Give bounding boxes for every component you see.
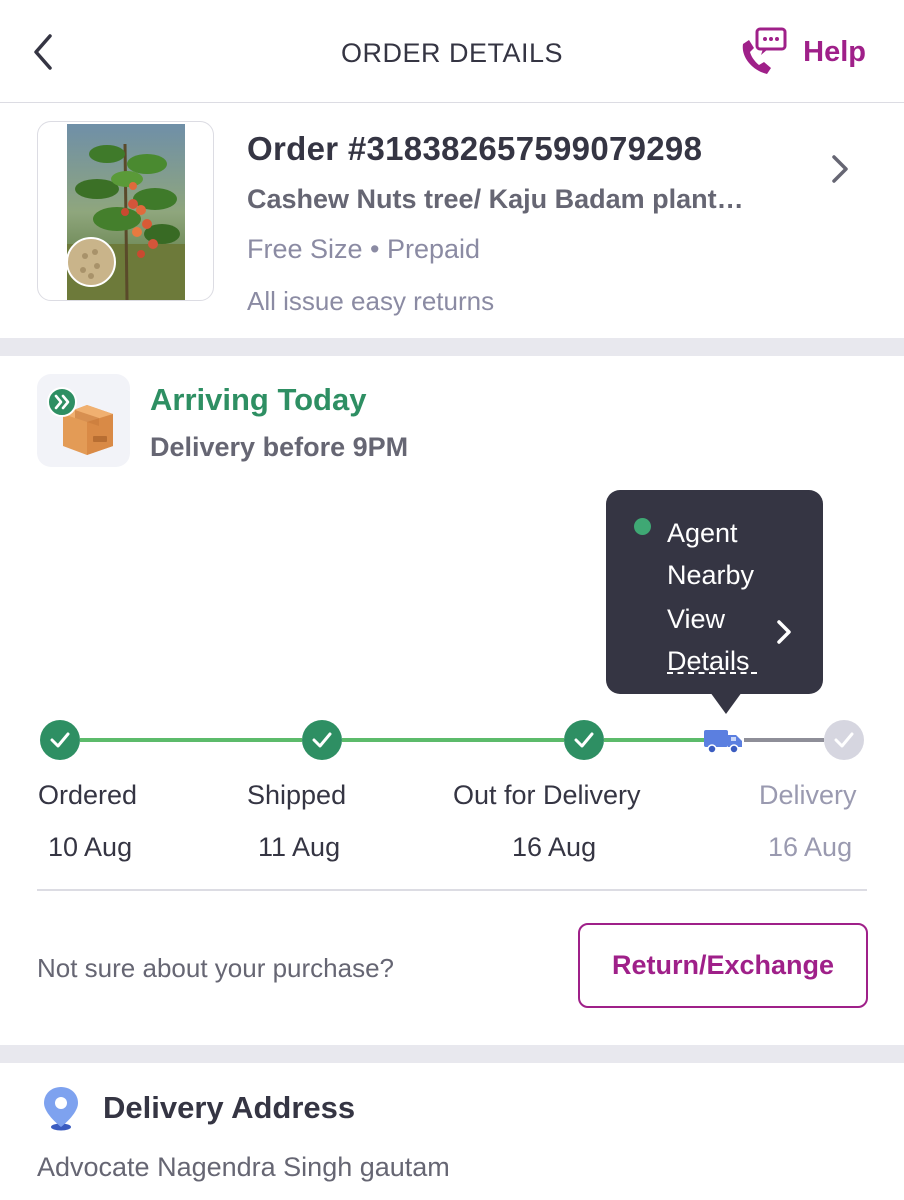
order-summary-card[interactable]: Order #318382657599079298 Cashew Nuts tr…: [0, 104, 904, 338]
section-divider: [0, 1045, 904, 1063]
product-name: Cashew Nuts tree/ Kaju Badam plant…: [247, 184, 744, 214]
arrival-status-title: Arriving Today: [150, 382, 367, 417]
delivery-truck-icon: [704, 730, 742, 754]
step-label-delivery: Delivery: [759, 780, 857, 810]
support-chat-phone-icon: [742, 27, 787, 74]
step-shipped-check: [302, 720, 342, 760]
step-label-ordered: Ordered: [38, 780, 138, 810]
step-date-ordered: 10 Aug: [48, 832, 133, 862]
recipient-name: Advocate Nagendra Singh gautam: [37, 1152, 450, 1182]
top-app-bar: ORDER DETAILS Help: [0, 0, 904, 103]
checkmark-icon: [312, 732, 332, 748]
agent-nearby-text: Agent Nearby: [667, 518, 755, 590]
section-divider: [0, 338, 904, 356]
return-prompt-text: Not sure about your purchase?: [37, 953, 394, 983]
delivery-status-icon: [37, 374, 130, 467]
step-label-out-for-delivery: Out for Delivery: [453, 780, 641, 810]
track-line-out-truck: [604, 738, 704, 742]
track-line-shipped-out: [342, 738, 564, 742]
tooltip-pointer: [710, 692, 742, 714]
view-details-link[interactable]: View Details: [667, 598, 817, 678]
agent-status-dot: [634, 518, 651, 535]
checkmark-icon: [834, 732, 854, 748]
order-number: Order #318382657599079298: [247, 130, 703, 167]
checkmark-icon: [574, 732, 594, 748]
location-pin-icon: [44, 1087, 78, 1131]
step-delivery-check: [824, 720, 864, 760]
return-exchange-button[interactable]: Return/Exchange: [578, 923, 868, 1008]
package-box-icon: [47, 387, 113, 455]
help-label: Help: [803, 35, 866, 68]
chevron-right-icon: [832, 155, 848, 183]
step-label-shipped: Shipped: [247, 780, 347, 810]
agent-nearby-tooltip: Agent Nearby View Details: [606, 490, 823, 694]
view-details-underline: [667, 672, 757, 674]
product-image: [67, 124, 185, 300]
view-details-label: View Details: [667, 604, 750, 676]
size-payment-info: Free Size • Prepaid: [247, 234, 481, 264]
step-date-out-for-delivery: 16 Aug: [512, 832, 597, 862]
delivery-address-title: Delivery Address: [103, 1090, 356, 1125]
help-button[interactable]: Help: [737, 26, 866, 78]
checkmark-icon: [50, 732, 70, 748]
chevron-right-icon: [777, 620, 791, 644]
track-line-ordered-shipped: [80, 738, 302, 742]
step-date-delivery: 16 Aug: [768, 832, 853, 862]
product-thumbnail: [37, 121, 214, 301]
step-ordered-check: [40, 720, 80, 760]
returns-policy-note: All issue easy returns: [247, 286, 495, 316]
divider-line: [37, 889, 867, 891]
order-tracker: [0, 716, 904, 766]
track-line-truck-delivery: [744, 738, 824, 742]
step-date-shipped: 11 Aug: [258, 832, 341, 862]
step-out-for-delivery-check: [564, 720, 604, 760]
arrival-time-note: Delivery before 9PM: [150, 432, 409, 462]
